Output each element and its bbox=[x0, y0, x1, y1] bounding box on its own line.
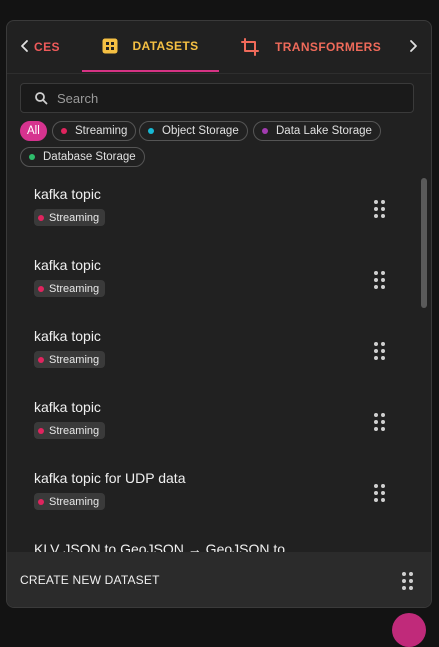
tab-datasets-label: DATASETS bbox=[132, 38, 199, 53]
dataset-title: KLV JSON to GeoJSON → GeoJSON to bbox=[34, 541, 286, 552]
list-item[interactable]: kafka topic Streaming bbox=[7, 318, 407, 389]
filter-chip-streaming[interactable]: Streaming bbox=[52, 121, 137, 141]
list-item[interactable]: kafka topic Streaming bbox=[7, 176, 407, 247]
list-scrollbar[interactable] bbox=[421, 178, 427, 308]
list-item[interactable]: kafka topic Streaming bbox=[7, 389, 407, 460]
chevron-left-icon[interactable] bbox=[18, 39, 32, 53]
datasets-panel: CES DATASETS TRANSFORMERS Search All Str… bbox=[6, 20, 432, 608]
search-box bbox=[20, 83, 414, 113]
dataset-title: kafka topic bbox=[34, 186, 101, 202]
chevron-right-icon[interactable] bbox=[406, 39, 420, 53]
filter-chip-object-storage[interactable]: Object Storage bbox=[139, 121, 248, 141]
database-dot-icon bbox=[29, 154, 35, 160]
floating-action-button[interactable] bbox=[392, 613, 426, 647]
filter-chip-label: Object Storage bbox=[162, 125, 239, 137]
tab-bar: CES DATASETS TRANSFORMERS bbox=[7, 21, 431, 74]
streaming-dot-icon bbox=[38, 427, 44, 434]
dataset-title: kafka topic bbox=[34, 257, 101, 273]
filter-chip-all[interactable]: All bbox=[20, 121, 47, 141]
filter-chip-label: Data Lake Storage bbox=[276, 125, 372, 137]
object-storage-dot-icon bbox=[148, 128, 154, 134]
dataset-list[interactable]: kafka topic Streaming kafka topic Stream… bbox=[7, 176, 431, 552]
badge-label: Streaming bbox=[49, 211, 100, 224]
search-input[interactable] bbox=[55, 89, 413, 107]
status-badge: Streaming bbox=[34, 209, 106, 226]
tab-transformers-label: TRANSFORMERS bbox=[275, 39, 382, 54]
streaming-dot-icon bbox=[38, 498, 44, 505]
tab-sources-label: CES bbox=[34, 39, 60, 54]
status-badge: Streaming bbox=[34, 493, 106, 510]
filter-chip-label: All bbox=[27, 125, 40, 137]
create-dataset-button[interactable]: CREATE NEW DATASET bbox=[20, 573, 160, 587]
badge-label: Streaming bbox=[49, 353, 100, 366]
streaming-dot-icon bbox=[38, 356, 44, 363]
streaming-dot-icon bbox=[38, 214, 44, 221]
dataset-title: kafka topic bbox=[34, 328, 101, 344]
filter-chip-label: Streaming bbox=[75, 125, 128, 137]
badge-label: Streaming bbox=[49, 424, 100, 437]
drag-handle-icon[interactable] bbox=[374, 484, 386, 502]
status-badge: Streaming bbox=[34, 422, 106, 439]
filter-chip-data-lake-storage[interactable]: Data Lake Storage bbox=[253, 121, 381, 141]
filter-chip-database-storage[interactable]: Database Storage bbox=[20, 147, 145, 167]
list-item[interactable]: KLV JSON to GeoJSON → GeoJSON to bbox=[7, 531, 407, 552]
dataset-title: kafka topic bbox=[34, 399, 101, 415]
tab-sources[interactable]: CES bbox=[34, 21, 60, 72]
list-item[interactable]: kafka topic Streaming bbox=[7, 247, 407, 318]
badge-label: Streaming bbox=[49, 495, 100, 508]
badge-label: Streaming bbox=[49, 282, 100, 295]
status-badge: Streaming bbox=[34, 280, 106, 297]
crop-icon bbox=[241, 37, 259, 56]
search-icon bbox=[34, 91, 48, 105]
streaming-dot-icon bbox=[38, 285, 44, 292]
drag-handle-icon[interactable] bbox=[402, 572, 414, 590]
tab-datasets[interactable]: DATASETS bbox=[82, 21, 219, 72]
footer-bar: CREATE NEW DATASET bbox=[7, 552, 431, 607]
drag-handle-icon[interactable] bbox=[374, 413, 386, 431]
list-item[interactable]: kafka topic for UDP data Streaming bbox=[7, 460, 407, 531]
filter-chip-label: Database Storage bbox=[43, 151, 136, 163]
streaming-dot-icon bbox=[61, 128, 67, 134]
status-badge: Streaming bbox=[34, 351, 106, 368]
drag-handle-icon[interactable] bbox=[374, 342, 386, 360]
data-lake-dot-icon bbox=[262, 128, 268, 134]
dataset-title: kafka topic for UDP data bbox=[34, 470, 186, 486]
drag-handle-icon[interactable] bbox=[374, 200, 386, 218]
grid-icon bbox=[102, 38, 118, 54]
drag-handle-icon[interactable] bbox=[374, 271, 386, 289]
tab-transformers[interactable]: TRANSFORMERS bbox=[241, 21, 381, 72]
